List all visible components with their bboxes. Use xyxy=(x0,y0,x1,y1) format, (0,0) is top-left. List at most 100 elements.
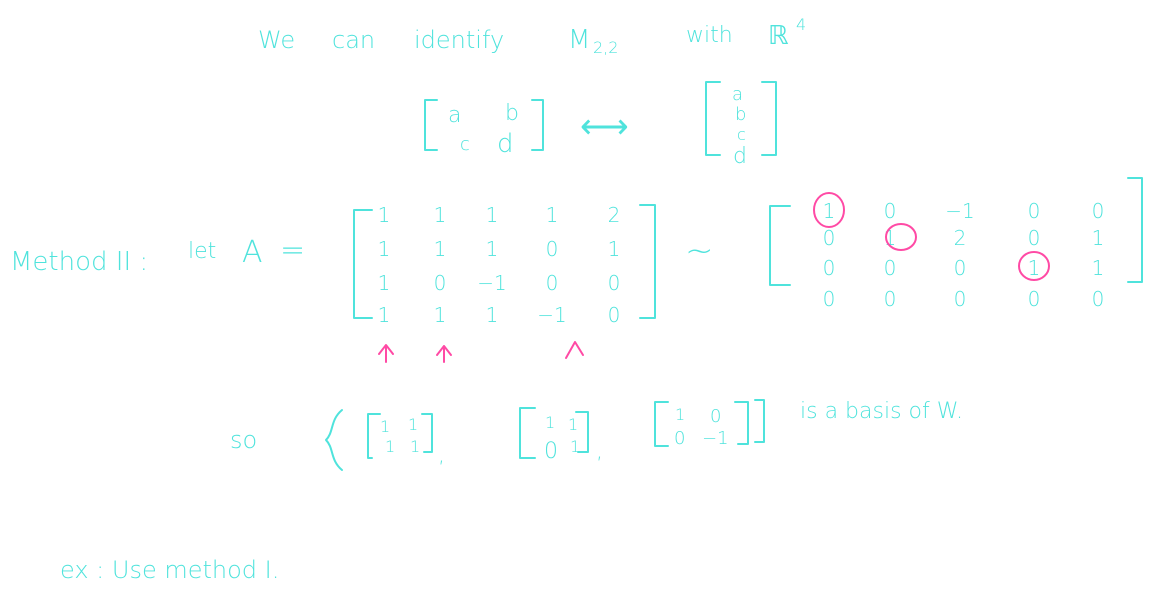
iso-arrow: ⟷ xyxy=(580,107,629,147)
rref-entry-r4c2: 0 xyxy=(884,287,897,311)
symbol-r-sup: 4 xyxy=(796,15,806,34)
rref-entry-r2c5: 1 xyxy=(1092,226,1105,250)
matrix-A-entry-r1c5: 2 xyxy=(608,203,621,227)
matrix-A-entry-r2c1: 1 xyxy=(378,237,391,261)
matrix-A-entry-r1c2: 1 xyxy=(434,203,447,227)
matrix-rref: 1 0 −1 0 00 1 2 0 10 0 0 1 10 0 0 0 0 xyxy=(769,177,1143,311)
matrix-A-entry-r1c1: 1 xyxy=(378,203,391,227)
equals-sign: = xyxy=(280,233,305,268)
outer-right-bracket xyxy=(754,399,765,443)
col-d: d xyxy=(733,144,747,169)
rref-entry-r2c1: 0 xyxy=(823,226,836,250)
pivot-arrow-col4 xyxy=(565,341,584,359)
symbol-m-sub: 2,2 xyxy=(593,38,618,57)
right-bracket-2x2 xyxy=(531,99,544,151)
entry-d: d xyxy=(497,129,514,159)
basis-line: so 1 1 1 1 , 1 1 0 1 , 1 0 0 −1 is a bas… xyxy=(230,399,963,471)
basis-tail-text: is a basis of W. xyxy=(800,399,963,424)
rref-entry-r3c4: 1 xyxy=(1028,256,1041,280)
matrix-A-entry-r2c4: 0 xyxy=(546,237,559,261)
row-equivalent-sign: ~ xyxy=(685,231,714,271)
left-bracket-col xyxy=(705,81,721,156)
word-so: so xyxy=(230,426,257,454)
matrix-A-entry-r3c1: 1 xyxy=(378,271,391,295)
rref-entry-r3c2: 0 xyxy=(884,256,897,280)
entry-a: a xyxy=(448,103,461,128)
method-label: Method II : xyxy=(10,247,148,277)
m1-22: 1 xyxy=(410,437,420,456)
rref-entry-r2c3: 2 xyxy=(954,226,967,250)
m1-left-bracket xyxy=(367,413,381,459)
matrix-A-entry-r2c5: 1 xyxy=(608,237,621,261)
rref-entry-r4c5: 0 xyxy=(1092,287,1105,311)
pivot-column-arrows xyxy=(378,341,584,363)
rref-entry-r3c3: 0 xyxy=(954,256,967,280)
m3-21: 0 xyxy=(674,428,685,449)
word-can: can xyxy=(332,26,375,54)
rref-entry-r1c5: 0 xyxy=(1092,199,1105,223)
matrix-A-entry-r3c4: 0 xyxy=(546,271,559,295)
rref-right-bracket xyxy=(1127,177,1143,283)
isomorphism: a b c d ⟷ a b c d xyxy=(424,81,777,169)
example-instruction: ex : Use method I. xyxy=(60,556,279,584)
left-bracket-2x2 xyxy=(424,99,438,151)
matrix-A-entry-r3c2: 0 xyxy=(434,271,447,295)
entry-c: c xyxy=(460,134,470,155)
rref-entry-r3c5: 1 xyxy=(1092,256,1105,280)
matrix-A-right-bracket xyxy=(639,204,656,319)
matrix-A-entry-r4c5: 0 xyxy=(608,303,621,327)
comma-1: , xyxy=(438,443,445,468)
m2-left-bracket xyxy=(519,407,536,459)
pivot-circles xyxy=(813,192,1050,281)
m3-right-bracket xyxy=(734,401,749,445)
right-bracket-col xyxy=(761,81,777,156)
symbol-A: A xyxy=(242,235,263,270)
rref-entry-r4c1: 0 xyxy=(823,287,836,311)
m2-21: 0 xyxy=(544,439,558,464)
rref-entry-r1c2: 0 xyxy=(884,199,897,223)
word-with: with xyxy=(686,23,733,48)
m3-22: −1 xyxy=(702,428,729,449)
word-let: let xyxy=(188,239,216,264)
matrix-A-entry-r3c5: 0 xyxy=(608,271,621,295)
m1-21: 1 xyxy=(385,437,395,456)
matrix-A-entry-r3c3: −1 xyxy=(477,271,506,295)
matrix-A: 1 1 1 1 2 1 1 1 0 1 1 0 −1 0 0 1 1 1 −1 0 xyxy=(353,203,656,327)
rref-entries: 1 0 −1 0 00 1 2 0 10 0 0 1 10 0 0 0 0 xyxy=(823,199,1105,311)
m3-left-bracket xyxy=(654,401,669,447)
col-b: b xyxy=(735,104,746,125)
pivot-arrow-col2 xyxy=(436,345,452,363)
rref-entry-r3c1: 0 xyxy=(823,256,836,280)
entry-b: b xyxy=(505,101,519,126)
matrix-A-entries: 1 1 1 1 2 1 1 1 0 1 1 0 −1 0 0 1 1 1 −1 0 xyxy=(378,203,621,327)
rref-entry-r1c3: −1 xyxy=(945,199,974,223)
col-c: c xyxy=(737,125,746,144)
rref-entry-r1c1: 1 xyxy=(823,199,836,223)
word-identify: identify xyxy=(414,26,504,54)
m2-11: 1 xyxy=(545,413,555,432)
matrix-A-entry-r1c3: 1 xyxy=(486,203,499,227)
symbol-m: M xyxy=(568,25,590,55)
m2-22: 1 xyxy=(570,437,580,456)
whiteboard-canvas: We can identify M 2,2 with ℝ 4 a b c d ⟷… xyxy=(10,15,1143,584)
rref-left-bracket xyxy=(769,205,791,286)
m3-11: 1 xyxy=(675,405,685,424)
matrix-A-entry-r4c3: 1 xyxy=(486,303,499,327)
m2-12: 1 xyxy=(568,415,578,434)
rref-entry-r4c4: 0 xyxy=(1028,287,1041,311)
matrix-A-entry-r4c1: 1 xyxy=(378,303,391,327)
word-we: We xyxy=(258,26,295,54)
m1-right-bracket xyxy=(421,413,433,453)
comma-2: , xyxy=(596,439,603,464)
matrix-A-entry-r1c4: 1 xyxy=(546,203,559,227)
matrix-A-entry-r4c2: 1 xyxy=(434,303,447,327)
m1-11: 1 xyxy=(380,417,390,436)
rref-entry-r2c4: 0 xyxy=(1028,226,1041,250)
left-brace xyxy=(325,409,343,471)
matrix-A-entry-r2c3: 1 xyxy=(486,237,499,261)
matrix-A-entry-r2c2: 1 xyxy=(434,237,447,261)
col-a: a xyxy=(732,84,743,105)
m1-12: 1 xyxy=(408,415,418,434)
m3-12: 0 xyxy=(710,406,721,427)
rref-entry-r4c3: 0 xyxy=(954,287,967,311)
